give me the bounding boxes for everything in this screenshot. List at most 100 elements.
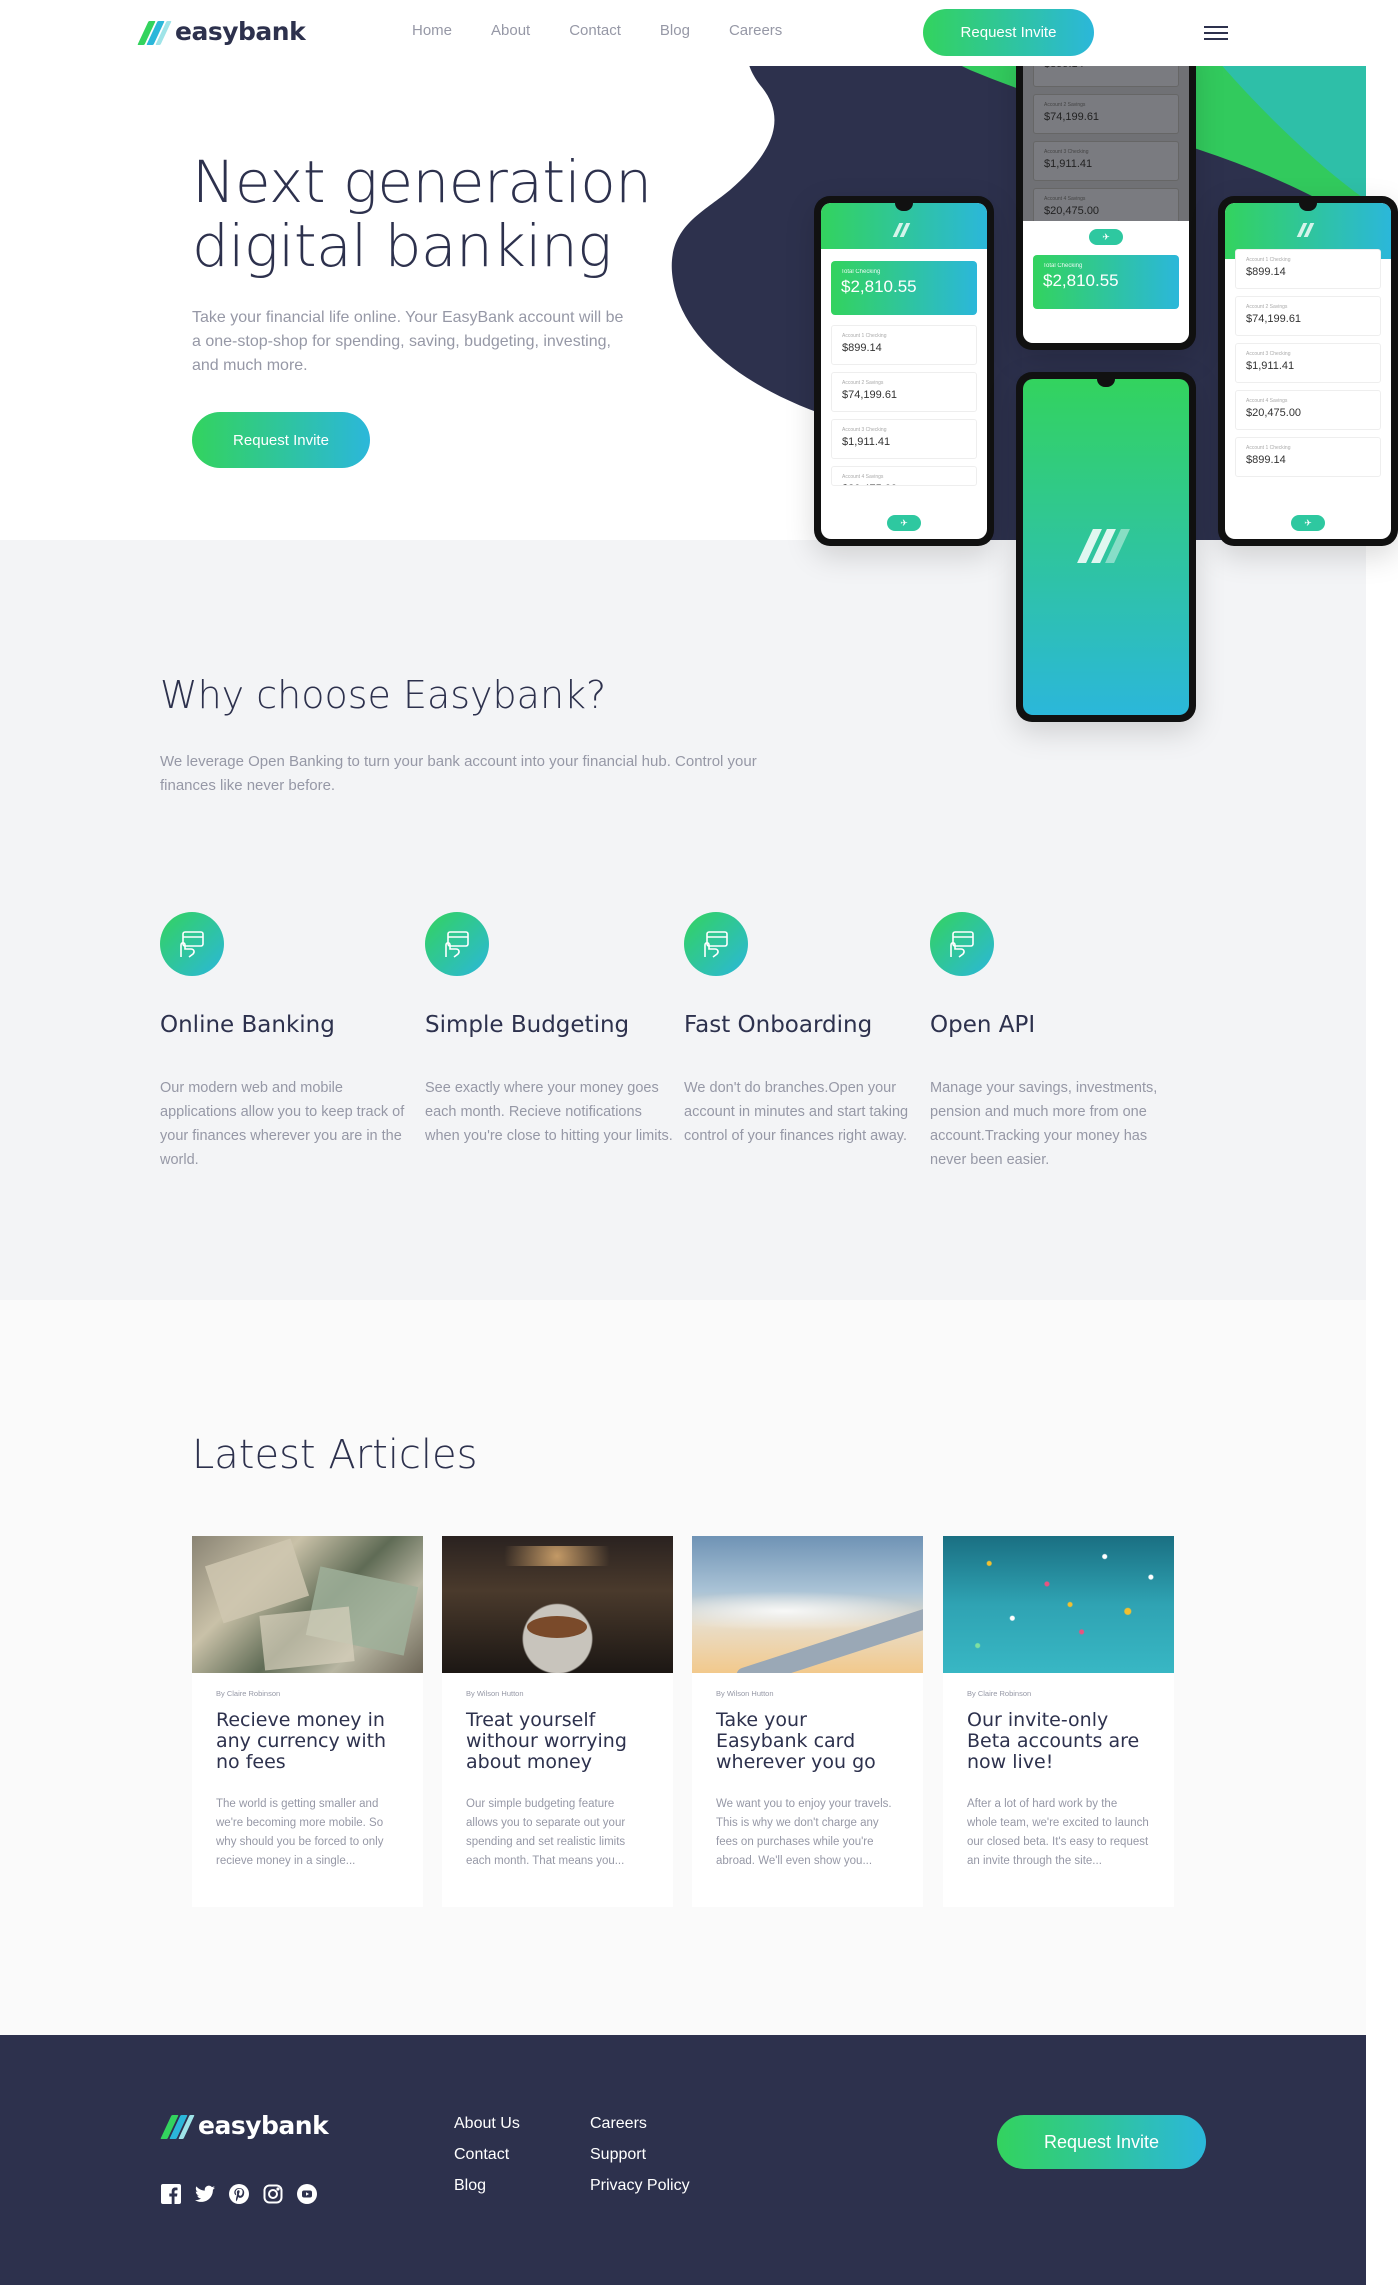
logo-icon xyxy=(137,19,172,45)
footer-link-privacy-policy[interactable]: Privacy Policy xyxy=(590,2177,690,2195)
feature-simple-budgeting: Simple Budgeting See exactly where your … xyxy=(425,912,685,1148)
nav-blog[interactable]: Blog xyxy=(660,22,690,39)
account-value: $74,199.61 xyxy=(1044,111,1100,123)
article-title[interactable]: Treat yourself withour worrying about mo… xyxy=(466,1710,649,1773)
article-card[interactable]: By Wilson Hutton Take your Easybank card… xyxy=(692,1536,923,1907)
account-value: $1,911.41 xyxy=(1044,158,1093,170)
account-value: $20,475.00 xyxy=(1044,205,1100,217)
articles-section: Latest Articles By Claire Robinson Recie… xyxy=(0,1300,1366,2035)
feature-text: See exactly where your money goes each m… xyxy=(425,1080,673,1144)
account-label: Account 1 Checking xyxy=(842,333,887,339)
feature-title: Fast Onboarding xyxy=(684,1012,873,1038)
phone-mockup-left: Total Checking $2,810.55 Account 1 Checki… xyxy=(814,196,994,546)
account-label: Account 3 Checking xyxy=(1246,351,1291,357)
feature-text: We don't do branches.Open your account i… xyxy=(684,1080,909,1144)
feature-text: Our modern web and mobile applications a… xyxy=(160,1080,405,1168)
account-value: $20,475.00 xyxy=(1246,407,1302,419)
nav-careers[interactable]: Careers xyxy=(729,22,782,39)
pinterest-icon[interactable] xyxy=(228,2183,249,2204)
site-footer: easybank About Us Contact Blog Careers S… xyxy=(0,2035,1366,2285)
social-links xyxy=(160,2183,317,2204)
account-value: $20,475.00 xyxy=(842,483,966,485)
article-card[interactable]: By Claire Robinson Our invite-only Beta … xyxy=(943,1536,1174,1907)
account-label: Account 4 Savings xyxy=(1246,398,1288,404)
logo-icon xyxy=(1296,223,1318,237)
page: Next generation digital banking Take you… xyxy=(0,0,1398,2285)
logo-text: easybank xyxy=(198,2111,329,2140)
account-label: Account 2 Savings xyxy=(1044,102,1086,108)
footer-link-about-us[interactable]: About Us xyxy=(454,2115,520,2133)
account-value: $1,911.41 xyxy=(1246,360,1295,372)
total-checking-card: Total Checking $2,810.55 xyxy=(1033,255,1179,309)
phone-mockup-right: Account 1 Checking $899.14 Account 2 Savi… xyxy=(1218,196,1398,546)
nav-contact[interactable]: Contact xyxy=(569,22,621,39)
logo-icon xyxy=(1077,529,1131,563)
article-card[interactable]: By Claire Robinson Recieve money in any … xyxy=(192,1536,423,1907)
footer-link-support[interactable]: Support xyxy=(590,2146,690,2164)
send-icon: ✈ xyxy=(1291,515,1325,531)
article-excerpt: The world is getting smaller and we're b… xyxy=(216,1798,384,1867)
feature-title: Online Banking xyxy=(160,1012,335,1038)
total-value: $2,810.55 xyxy=(841,277,917,296)
article-author: By Claire Robinson xyxy=(216,1689,281,1698)
account-value: $74,199.61 xyxy=(1246,313,1302,325)
open-api-icon xyxy=(930,912,994,976)
total-label: Total Checking xyxy=(841,269,881,275)
phone-mockup-top: $899.14 Account 2 Savings$74,199.61 Acco… xyxy=(1016,40,1196,350)
article-author: By Claire Robinson xyxy=(967,1689,1032,1698)
online-banking-icon xyxy=(160,912,224,976)
phone-mockup-center xyxy=(1016,372,1196,722)
account-label: Account 4 Savings xyxy=(1044,196,1086,202)
facebook-icon[interactable] xyxy=(160,2183,181,2204)
footer-links-col2: Careers Support Privacy Policy xyxy=(590,2115,690,2195)
article-image-currency xyxy=(192,1536,423,1673)
nav-about[interactable]: About xyxy=(491,22,530,39)
account-label: Account 2 Savings xyxy=(842,380,884,386)
logo-text: easybank xyxy=(175,17,306,46)
nav-home[interactable]: Home xyxy=(412,22,452,39)
article-title[interactable]: Take your Easybank card wherever you go xyxy=(716,1710,899,1773)
article-excerpt: We want you to enjoy your travels. This … xyxy=(716,1798,892,1867)
logo-icon xyxy=(892,223,914,237)
header-logo[interactable]: easybank xyxy=(137,17,306,46)
why-title: Why choose Easybank? xyxy=(160,673,607,717)
article-title[interactable]: Our invite-only Beta accounts are now li… xyxy=(967,1710,1150,1773)
feature-fast-onboarding: Fast Onboarding We don't do branches.Ope… xyxy=(684,912,944,1148)
instagram-icon[interactable] xyxy=(262,2183,283,2204)
account-value: $899.14 xyxy=(842,342,882,354)
logo-icon xyxy=(160,2113,195,2139)
feature-text: Manage your savings, investments, pensio… xyxy=(930,1080,1158,1168)
youtube-icon[interactable] xyxy=(296,2183,317,2204)
hamburger-menu-icon[interactable] xyxy=(1204,26,1228,40)
hero-text: Take your financial life online. Your Ea… xyxy=(192,309,624,374)
account-value: $899.14 xyxy=(1246,266,1286,278)
article-card[interactable]: By Wilson Hutton Treat yourself withour … xyxy=(442,1536,673,1907)
hero-title: Next generation digital banking xyxy=(192,148,652,278)
article-excerpt: Our simple budgeting feature allows you … xyxy=(466,1798,626,1867)
twitter-icon[interactable] xyxy=(194,2183,215,2204)
feature-open-api: Open API Manage your savings, investment… xyxy=(930,912,1190,1172)
hero-request-invite-button[interactable]: Request Invite xyxy=(192,412,370,468)
hero-title-line1: Next generation xyxy=(192,148,652,216)
article-author: By Wilson Hutton xyxy=(716,1689,774,1698)
total-checking-card: Total Checking $2,810.55 xyxy=(831,261,977,315)
feature-title: Open API xyxy=(930,1012,1036,1038)
footer-links-col1: About Us Contact Blog xyxy=(454,2115,520,2195)
article-image-confetti xyxy=(943,1536,1174,1673)
main-nav: Home About Contact Blog Careers xyxy=(412,22,782,39)
articles-title: Latest Articles xyxy=(192,1432,478,1478)
article-image-restaurant xyxy=(442,1536,673,1673)
why-text: We leverage Open Banking to turn your ba… xyxy=(160,753,757,794)
footer-logo[interactable]: easybank xyxy=(160,2111,329,2140)
fast-onboarding-icon xyxy=(684,912,748,976)
footer-request-invite-button[interactable]: Request Invite xyxy=(997,2115,1206,2169)
article-title[interactable]: Recieve money in any currency with no fe… xyxy=(216,1710,399,1773)
header-request-invite-button[interactable]: Request Invite xyxy=(923,9,1094,56)
footer-link-careers[interactable]: Careers xyxy=(590,2115,690,2133)
article-image-airplane xyxy=(692,1536,923,1673)
footer-link-blog[interactable]: Blog xyxy=(454,2177,520,2195)
account-value: $899.14 xyxy=(1246,454,1286,466)
total-label: Total Checking xyxy=(1043,263,1083,269)
footer-link-contact[interactable]: Contact xyxy=(454,2146,520,2164)
account-value: $74,199.61 xyxy=(842,389,898,401)
